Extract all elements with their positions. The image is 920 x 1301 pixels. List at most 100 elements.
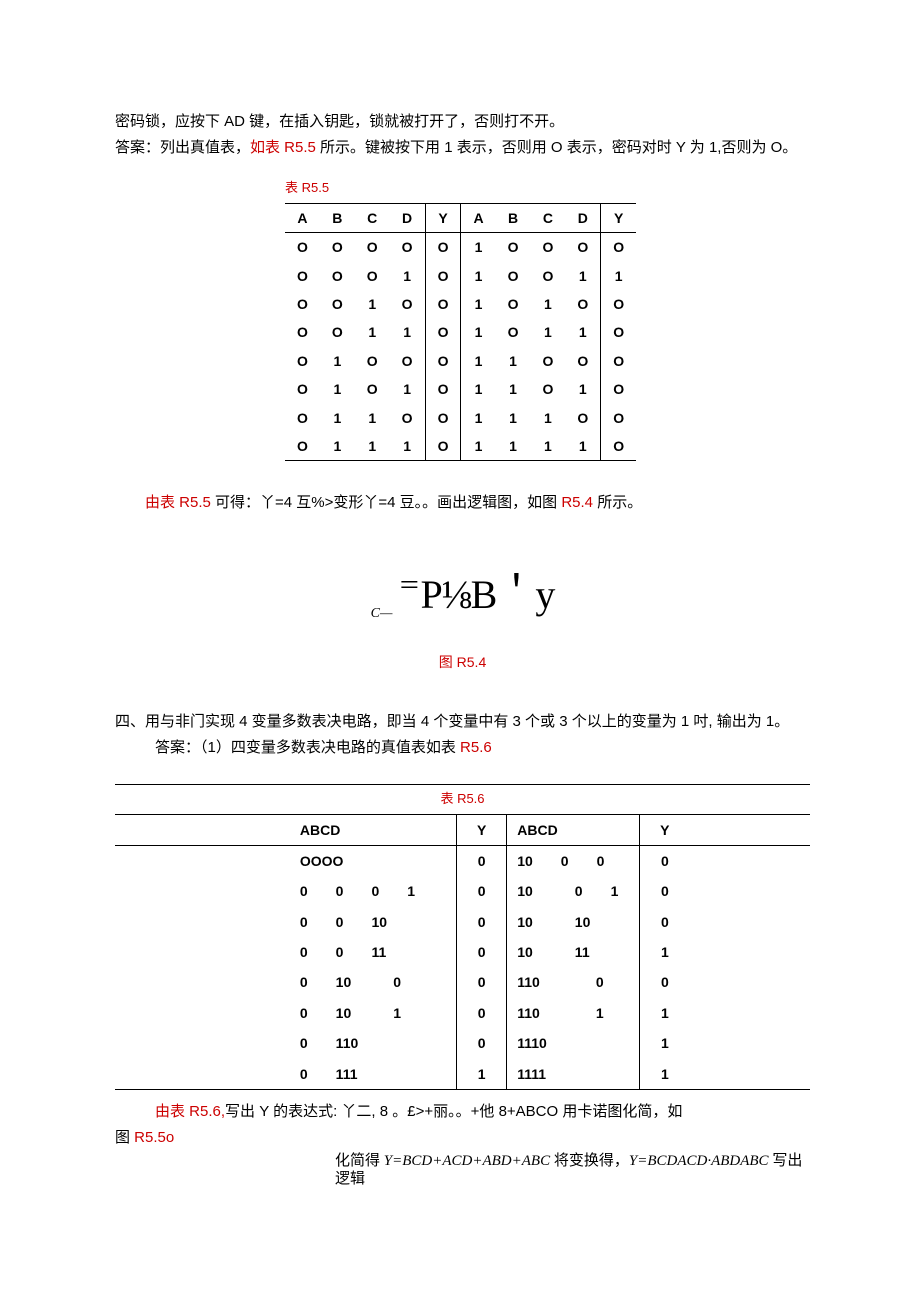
th56-y-r: Y bbox=[640, 814, 690, 845]
intro-line-2-ref: 如表 R5.5 bbox=[250, 139, 316, 156]
table-cell: 0 bbox=[457, 876, 507, 906]
table-cell: O bbox=[320, 262, 355, 290]
table-cell: O bbox=[530, 347, 565, 375]
table-cell bbox=[115, 1059, 290, 1090]
table-cell: 0 10 1 bbox=[290, 998, 457, 1028]
post56-line2: 图 R5.5o bbox=[115, 1126, 810, 1150]
table-cell: O bbox=[390, 404, 425, 432]
table-cell: 1111 bbox=[507, 1059, 640, 1090]
final-1c: 将变换得， bbox=[550, 1153, 629, 1169]
post-table-56: 由表 R5.6,写出 Y 的表达式: 丫二, 8 。£>+丽。。+他 8+ABC… bbox=[115, 1100, 810, 1188]
th-Y2: Y bbox=[601, 203, 636, 232]
table-cell: O bbox=[285, 347, 320, 375]
table-cell: 1 bbox=[461, 432, 496, 461]
table-cell: 0 111 bbox=[290, 1059, 457, 1090]
figure-c-minus: C— bbox=[371, 606, 393, 621]
table-cell: 1 bbox=[355, 432, 390, 461]
table-cell: 1 bbox=[565, 375, 600, 403]
table-cell: O bbox=[565, 233, 600, 262]
table-r56-body: OOOO010 0 000 0 0 1010 0 100 0 10010 100… bbox=[115, 845, 810, 1089]
table-cell: 1 bbox=[640, 937, 690, 967]
table-cell: O bbox=[425, 404, 461, 432]
table-cell: O bbox=[425, 375, 461, 403]
th-A2: A bbox=[461, 203, 496, 232]
table-cell: O bbox=[496, 233, 531, 262]
figure-main: P⅛B＇y bbox=[420, 572, 554, 617]
th-D1: D bbox=[390, 203, 425, 232]
derive-line: 由表 R5.5 可得：丫=4 互%>变形丫=4 豆。。画出逻辑图，如图 R5.4… bbox=[145, 491, 810, 515]
table-row: 0 0 0 1010 0 10 bbox=[115, 876, 810, 906]
table-cell: O bbox=[530, 375, 565, 403]
figure-r54: C—＝P⅛B＇y 图 R5.4 bbox=[115, 575, 810, 673]
table-cell bbox=[689, 1028, 810, 1058]
derive-tail: 所示。 bbox=[593, 494, 642, 511]
table-cell: 0 bbox=[457, 907, 507, 937]
table-cell: O bbox=[601, 404, 636, 432]
table-cell: 1110 bbox=[507, 1028, 640, 1058]
th56-abcd-l: ABCD bbox=[290, 814, 457, 845]
table-cell: O bbox=[285, 432, 320, 461]
table-cell: 10 10 bbox=[507, 907, 640, 937]
table-cell: 0 bbox=[457, 937, 507, 967]
table-cell: O bbox=[425, 262, 461, 290]
table-cell: 1 bbox=[390, 318, 425, 346]
table-cell bbox=[115, 845, 290, 876]
table-cell: 0 0 10 bbox=[290, 907, 457, 937]
table-row: O1OOO11OOO bbox=[285, 347, 636, 375]
post56-mid: 写出 Y 的表达式: 丫二, 8 。£>+丽。。+他 8+ABCO 用卡诺图化简… bbox=[225, 1103, 682, 1120]
derive-ref: R5.4 bbox=[561, 494, 593, 511]
table-cell bbox=[689, 1059, 810, 1090]
table-r56-spacer bbox=[689, 814, 810, 845]
th-Y1: Y bbox=[425, 203, 461, 232]
table-cell: O bbox=[285, 318, 320, 346]
table-cell: 0 bbox=[640, 967, 690, 997]
table-cell: O bbox=[425, 233, 461, 262]
table-cell: 1 bbox=[320, 347, 355, 375]
table-cell: 1 bbox=[390, 375, 425, 403]
final-1a: 化简得 bbox=[335, 1153, 384, 1169]
table-cell: O bbox=[530, 233, 565, 262]
table-cell: 1 bbox=[320, 404, 355, 432]
table-cell: 1 bbox=[355, 290, 390, 318]
th-C1: C bbox=[355, 203, 390, 232]
table-cell: O bbox=[565, 404, 600, 432]
figure-eq: ＝ bbox=[398, 573, 420, 598]
section-4: 四、用与非门实现 4 变量多数表决电路，即当 4 个变量中有 3 个或 3 个以… bbox=[115, 710, 810, 760]
table-cell: 1 bbox=[390, 262, 425, 290]
intro-line-1: 密码锁，应按下 AD 键，在插入钥匙，锁就被打开了，否则打不开。 bbox=[115, 110, 810, 134]
table-cell: O bbox=[425, 318, 461, 346]
table-cell: O bbox=[355, 375, 390, 403]
table-cell: 1 bbox=[530, 290, 565, 318]
table-cell: O bbox=[285, 290, 320, 318]
table-cell: 1 bbox=[461, 375, 496, 403]
table-cell: OOOO bbox=[290, 845, 457, 876]
table-cell: O bbox=[390, 290, 425, 318]
table-cell: 1 bbox=[530, 318, 565, 346]
section-4-answer: 答案：（1）四变量多数表决电路的真值表如表 R5.6 bbox=[155, 736, 810, 760]
th-A1: A bbox=[285, 203, 320, 232]
table-cell: O bbox=[390, 347, 425, 375]
table-cell: O bbox=[285, 262, 320, 290]
post56-prefix: 由表 R5.6, bbox=[155, 1103, 225, 1120]
table-row: O11OO111OO bbox=[285, 404, 636, 432]
table-row: O111O1111O bbox=[285, 432, 636, 461]
figure-body: C—＝P⅛B＇y bbox=[371, 572, 555, 617]
table-cell: O bbox=[285, 404, 320, 432]
table-cell: 1 bbox=[457, 1059, 507, 1090]
table-r56-wrap: 表 R5.6 ABCD Y ABCD Y OOOO010 0 000 0 0 1… bbox=[115, 784, 810, 1090]
table-cell: O bbox=[601, 432, 636, 461]
table-cell: 1 bbox=[320, 432, 355, 461]
table-cell: 0 0 0 1 bbox=[290, 876, 457, 906]
table-cell: 1 bbox=[496, 432, 531, 461]
table-cell: 10 0 0 bbox=[507, 845, 640, 876]
post56-line2-prefix: 图 bbox=[115, 1129, 134, 1146]
table-cell: O bbox=[496, 262, 531, 290]
table-cell: O bbox=[355, 262, 390, 290]
table-cell: O bbox=[530, 262, 565, 290]
th-D2: D bbox=[565, 203, 600, 232]
th-C2: C bbox=[530, 203, 565, 232]
table-r56: ABCD Y ABCD Y OOOO010 0 000 0 0 1010 0 1… bbox=[115, 814, 810, 1091]
table-row: OOO1O1OO11 bbox=[285, 262, 636, 290]
table-cell: 1 bbox=[530, 404, 565, 432]
table-row: 0 110011101 bbox=[115, 1028, 810, 1058]
